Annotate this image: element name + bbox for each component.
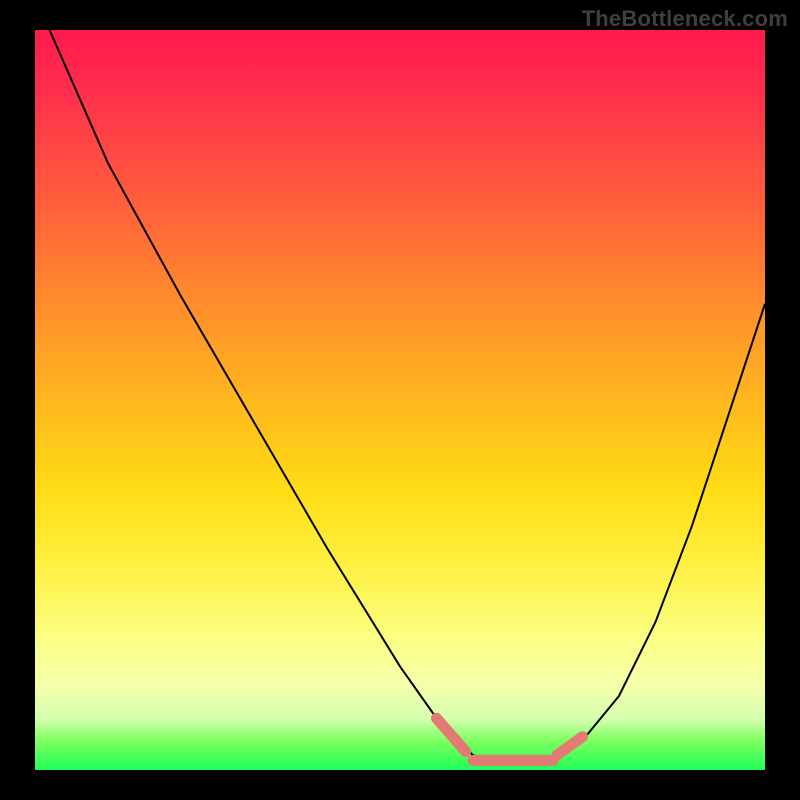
valley-marker-left (437, 718, 466, 751)
curve-layer (35, 30, 765, 770)
bottleneck-curve (50, 30, 765, 763)
valley-marker-right (557, 737, 583, 756)
plot-area (35, 30, 765, 770)
watermark-text: TheBottleneck.com (582, 6, 788, 32)
chart-frame: TheBottleneck.com (0, 0, 800, 800)
